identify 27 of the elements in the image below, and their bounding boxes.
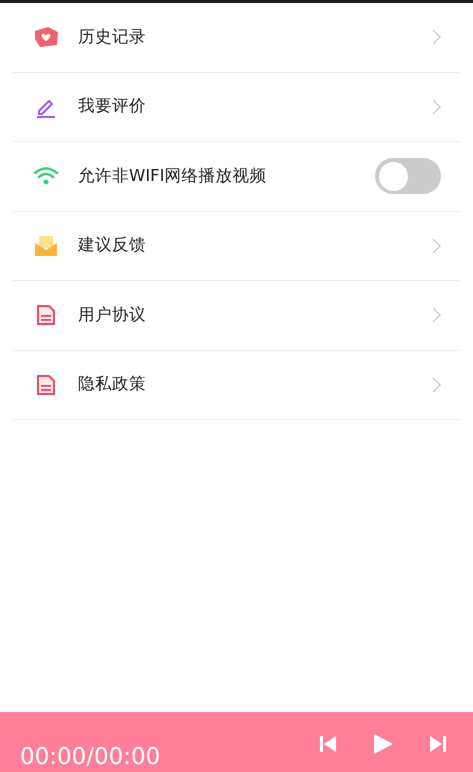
play-icon	[371, 732, 395, 756]
menu-item[interactable]: 建议反馈	[13, 212, 460, 281]
wifi-icon	[33, 166, 59, 186]
menu-label: 用户协议	[78, 304, 147, 326]
toggle-switch[interactable]	[375, 158, 441, 194]
menu-item[interactable]: 历史记录	[13, 3, 460, 72]
document-icon	[36, 304, 56, 326]
playback-time: 00:00/00:00	[20, 746, 160, 769]
menu-label: 隐私政策	[78, 373, 147, 396]
menu-label: 建议反馈	[78, 234, 147, 256]
envelope-icon	[34, 234, 58, 257]
chevron-right-icon	[432, 29, 441, 46]
menu-label: 允许非WIFI网络播放视频	[78, 164, 268, 187]
menu-item[interactable]: 允许非WIFI网络播放视频	[13, 142, 460, 212]
chevron-right-icon	[432, 307, 441, 324]
menu-label: 我要评价	[78, 95, 147, 118]
chevron-right-icon	[432, 98, 441, 115]
skip-back-icon	[318, 734, 338, 754]
menu-label: 历史记录	[78, 26, 147, 48]
menu-item[interactable]: 用户协议	[13, 281, 460, 350]
menu-item[interactable]: 我要评价	[13, 72, 460, 142]
skip-forward-icon	[428, 734, 448, 754]
document-icon	[36, 374, 56, 396]
chevron-right-icon	[432, 376, 441, 393]
menu-item[interactable]: 隐私政策	[13, 350, 460, 420]
chevron-right-icon	[432, 238, 441, 254]
heart-card-icon	[32, 25, 60, 50]
